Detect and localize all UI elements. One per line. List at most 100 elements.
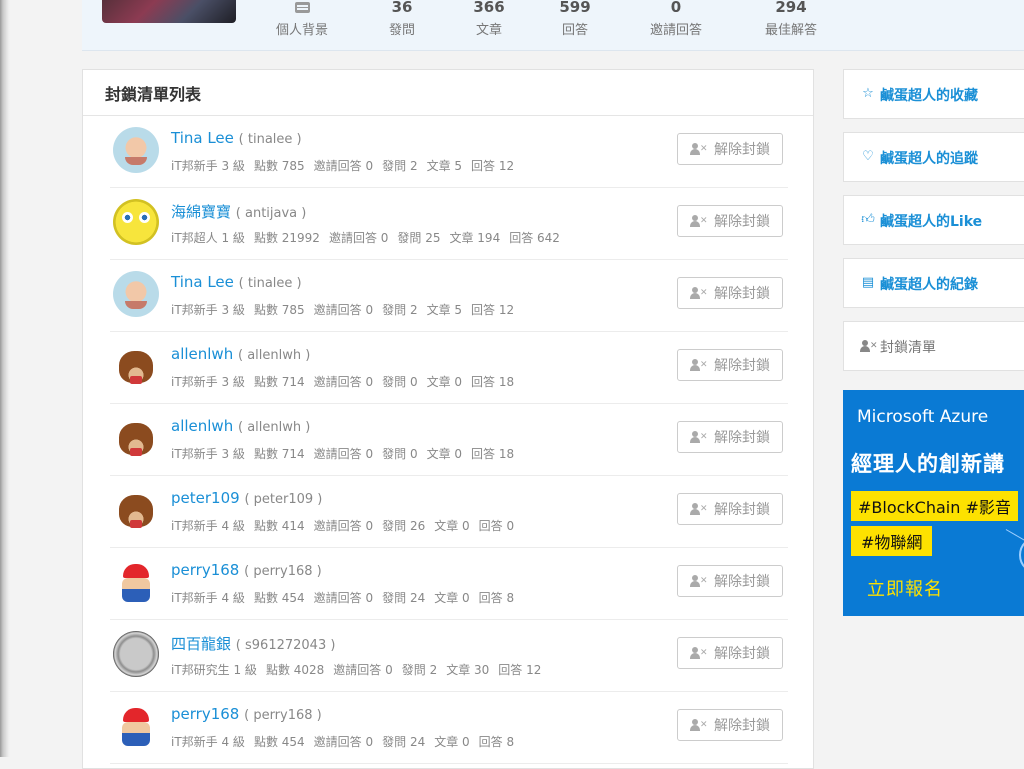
user-name-link[interactable]: 四百龍銀: [171, 635, 231, 653]
user-name-link[interactable]: perry168: [171, 561, 239, 579]
block-list-panel: 封鎖清單列表 Tina Lee ( tinalee ) iT邦新手 3 級點數 7…: [82, 69, 814, 769]
stat-best-answers[interactable]: 294 最佳解答: [746, 0, 836, 38]
avatar[interactable]: [113, 559, 159, 605]
unblock-button[interactable]: ✕ 解除封鎖: [677, 133, 783, 165]
user-points: 點數 414: [253, 519, 305, 533]
user-asks: 發問 2: [401, 663, 438, 677]
avatar[interactable]: [113, 703, 159, 749]
user-answers: 回答 8: [478, 591, 515, 605]
document-icon: ▤: [861, 275, 875, 290]
avatar[interactable]: [113, 415, 159, 461]
stat-value: 36: [391, 0, 413, 16]
stat-label: 文章: [475, 23, 502, 38]
user-name-line: perry168 ( perry168 ): [171, 561, 322, 579]
blocked-user-row: allenlwh ( allenlwh ) iT邦新手 3 級點數 714 邀請回答…: [110, 403, 788, 476]
user-name-link[interactable]: perry168: [171, 705, 239, 723]
ad-register-button[interactable]: 立即報名: [867, 575, 943, 601]
user-level: iT邦新手 3 級: [171, 159, 245, 173]
advertisement-banner[interactable]: Microsoft Azure 經理人的創新講 #BlockChain #影音 …: [843, 390, 1024, 616]
sidebar-item-records[interactable]: ▤ 鹹蛋超人的紀錄: [843, 258, 1024, 308]
user-name-link[interactable]: Tina Lee: [171, 129, 234, 147]
stat-invited-answers[interactable]: 0 邀請回答: [631, 0, 721, 38]
user-answers: 回答 0: [478, 519, 515, 533]
user-level: iT邦新手 4 級: [171, 735, 245, 749]
user-points: 點數 785: [253, 159, 305, 173]
user-asks: 發問 0: [382, 375, 418, 389]
stat-label: 最佳解答: [764, 23, 817, 38]
user-points: 點數 4028: [265, 663, 325, 677]
user-level: iT邦新手 3 級: [171, 375, 245, 389]
avatar[interactable]: [113, 343, 159, 389]
sidebar-item-block-list[interactable]: ✕ 封鎖清單: [843, 321, 1024, 371]
ad-headline: 經理人的創新講: [851, 452, 1005, 476]
avatar[interactable]: [113, 631, 159, 677]
stat-answers[interactable]: 599 回答: [530, 0, 620, 38]
user-articles: 文章 0: [426, 447, 463, 461]
stat-questions[interactable]: 36 發問: [357, 0, 447, 38]
user-id: ( allenlwh ): [238, 420, 311, 435]
user-invites: 邀請回答 0: [313, 447, 374, 461]
unblock-button[interactable]: ✕ 解除封鎖: [677, 565, 783, 597]
user-answers: 回答 18: [471, 375, 515, 389]
user-name-link[interactable]: allenlwh: [171, 345, 233, 363]
user-articles: 文章 0: [434, 735, 470, 749]
user-name-link[interactable]: allenlwh: [171, 417, 233, 435]
avatar[interactable]: [113, 127, 159, 173]
unblock-button[interactable]: ✕ 解除封鎖: [677, 205, 783, 237]
avatar[interactable]: [113, 487, 159, 533]
user-asks: 發問 25: [397, 231, 441, 245]
user-points: 點數 21992: [253, 231, 320, 245]
unblock-button[interactable]: ✕ 解除封鎖: [677, 277, 783, 309]
user-meta: iT邦研究生 1 級點數 4028 邀請回答 0 發問 2 文章 30 回答 12: [171, 661, 550, 678]
user-id: ( s961272043 ): [235, 638, 336, 653]
unblock-button[interactable]: ✕ 解除封鎖: [677, 637, 783, 669]
avatar[interactable]: [113, 271, 159, 317]
blocked-user-row: perry168 ( perry168 ) iT邦新手 4 級點數 454 邀請回答…: [110, 691, 788, 764]
profile-stats-bar: 個人背景 36 發問 366 文章 599 回答 0 邀請回答 294 最佳解答: [82, 0, 1024, 51]
unblock-button[interactable]: ✕ 解除封鎖: [677, 493, 783, 525]
unblock-button-label: 解除封鎖: [714, 142, 770, 158]
user-answers: 回答 8: [478, 735, 515, 749]
user-name-line: Tina Lee ( tinalee ): [171, 129, 302, 147]
unblock-button[interactable]: ✕ 解除封鎖: [677, 349, 783, 381]
user-points: 點數 714: [253, 375, 305, 389]
user-invites: 邀請回答 0: [313, 375, 374, 389]
user-invites: 邀請回答 0: [313, 519, 374, 533]
user-asks: 發問 26: [382, 519, 426, 533]
stat-profile[interactable]: 個人背景: [257, 0, 347, 38]
sidebar-item-following[interactable]: ♡ 鹹蛋超人的追蹤: [843, 132, 1024, 182]
user-meta: iT邦新手 3 級點數 714 邀請回答 0 發問 0 文章 0 回答 18: [171, 373, 523, 390]
user-name-link[interactable]: peter109: [171, 489, 240, 507]
user-name-line: allenlwh ( allenlwh ): [171, 345, 310, 363]
sidebar-item-favorites[interactable]: ☆ 鹹蛋超人的收藏: [843, 69, 1024, 119]
user-asks: 發問 24: [382, 735, 426, 749]
user-name-link[interactable]: 海綿寶寶: [171, 203, 231, 221]
user-name-link[interactable]: Tina Lee: [171, 273, 234, 291]
blocked-user-row: Tina Lee ( tinalee ) iT邦新手 3 級點數 785 邀請回答 …: [110, 259, 788, 332]
heart-icon: ♡: [862, 149, 874, 164]
user-answers: 回答 12: [471, 159, 515, 173]
user-id: ( perry168 ): [244, 708, 322, 723]
user-unblock-icon: ✕: [690, 575, 708, 587]
user-level: iT邦研究生 1 級: [171, 663, 257, 677]
unblock-button-label: 解除封鎖: [714, 646, 770, 662]
user-meta: iT邦新手 3 級點數 785 邀請回答 0 發問 2 文章 5 回答 12: [171, 157, 523, 174]
stat-articles[interactable]: 366 文章: [444, 0, 534, 38]
user-invites: 邀請回答 0: [328, 231, 389, 245]
stat-label: 邀請回答: [649, 23, 702, 38]
unblock-button-label: 解除封鎖: [714, 502, 770, 518]
window-edge: [0, 0, 10, 757]
user-block-icon: ✕: [860, 338, 878, 354]
user-unblock-icon: ✕: [690, 287, 708, 299]
user-asks: 發問 2: [382, 303, 418, 317]
avatar[interactable]: [113, 199, 159, 245]
user-id: ( peter109 ): [244, 492, 323, 507]
stat-value: 366: [473, 0, 505, 16]
page-title: 封鎖清單列表: [105, 85, 202, 104]
ad-tag: #物聯網: [851, 526, 933, 556]
unblock-button[interactable]: ✕ 解除封鎖: [677, 709, 783, 741]
sidebar-item-likes[interactable]: 👍︎ 鹹蛋超人的Like: [843, 195, 1024, 245]
blocked-user-row: 四百龍銀 ( s961272043 ) iT邦研究生 1 級點數 4028 邀請回答…: [110, 619, 788, 692]
unblock-button[interactable]: ✕ 解除封鎖: [677, 421, 783, 453]
user-unblock-icon: ✕: [690, 719, 708, 731]
